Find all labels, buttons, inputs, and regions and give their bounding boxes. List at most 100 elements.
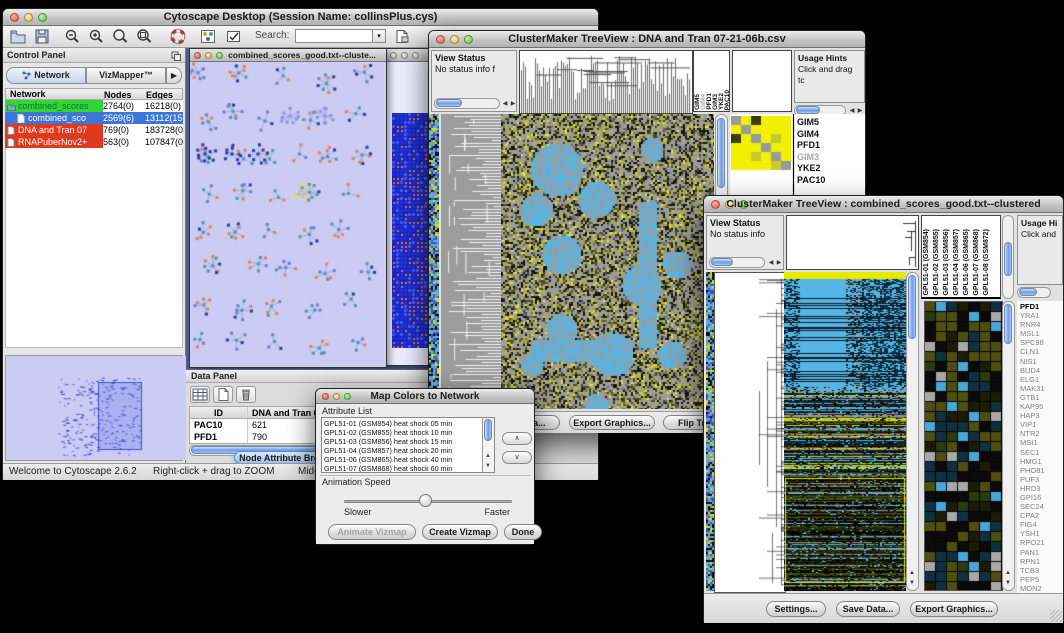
network-table-body[interactable]	[5, 148, 183, 348]
scroll-right-icon[interactable]: ▶	[775, 259, 783, 267]
row-dendrogram-canvas[interactable]	[714, 272, 786, 593]
network-table-header[interactable]: Network Nodes Edges	[5, 88, 183, 100]
view-status-text: No status info f	[435, 64, 495, 74]
zoom-actual-icon[interactable]	[111, 28, 131, 46]
heatmap-canvas[interactable]	[784, 272, 906, 591]
gene-label: CPA2	[1020, 511, 1063, 520]
network-canvas[interactable]	[190, 62, 386, 367]
scroll-right-icon[interactable]: ▶	[509, 100, 517, 108]
zoom-fit-icon[interactable]	[135, 28, 155, 46]
column-dendrogram-area[interactable]	[786, 215, 919, 270]
zoom-view-spacer	[732, 50, 792, 112]
dialog-titlebar[interactable]: Map Colors to Network	[316, 389, 534, 404]
global-overview-strip[interactable]	[429, 114, 439, 409]
column-labels[interactable]: GPL51-01 (GSM854)GPL51-02 (GSM855)GPL51-…	[921, 215, 1001, 299]
settings-button[interactable]: Settings...	[766, 601, 826, 617]
vizmapper-icon[interactable]	[199, 28, 219, 46]
gene-label: NTR2	[1020, 429, 1063, 438]
scroll-left-icon[interactable]: ◀	[767, 259, 775, 267]
import-table-icon[interactable]	[393, 28, 413, 46]
usage-hints-hscrollbar[interactable]	[1017, 287, 1051, 298]
status-welcome: Welcome to Cytoscape 2.6.2	[9, 466, 137, 477]
scroll-left-icon[interactable]: ◀	[501, 100, 509, 108]
network-window-titlebar[interactable]: combined_scores_good.txt--cluste...	[190, 49, 386, 62]
usage-hints-panel: Usage HintsClick and drag tc	[794, 50, 865, 103]
network-overview-panel[interactable]	[5, 355, 183, 461]
table-row[interactable]: combined_scores 2764(0) 16218(0)	[5, 100, 183, 112]
view-status-hscrollbar[interactable]	[434, 98, 500, 109]
gene-label: MSI1	[1020, 438, 1063, 447]
minimize-button[interactable]	[401, 52, 408, 59]
scroll-up-icon[interactable]: ▲	[908, 569, 916, 577]
create-vizmap-button[interactable]: Create Vizmap	[422, 524, 498, 540]
gene-label: MSL1	[1020, 329, 1063, 338]
treeview1-titlebar[interactable]: ClusterMaker TreeView : DNA and Tran 07-…	[429, 31, 865, 48]
table-row-selected[interactable]: combined_sco 2569(6) 13112(15)	[5, 112, 183, 124]
list-item[interactable]: GPL51-07 (GSM868) heat shock 60 min	[322, 464, 481, 473]
search-dropdown-icon[interactable]: ▾	[373, 29, 386, 43]
save-data-button[interactable]: Save Data...	[836, 601, 900, 617]
usage-hints-title: Usage Hints	[798, 53, 847, 63]
zoom-heatmap-canvas[interactable]	[924, 301, 1003, 591]
gene-label: SPC98	[1020, 338, 1063, 347]
animation-speed-slider-thumb[interactable]	[419, 494, 432, 507]
column-labels[interactable]: GIM5GIM4PFD1GIM3YKE2PAC10	[693, 50, 730, 112]
list-item[interactable]: GPL51-06 (GSM865) heat shock 40 min	[322, 455, 481, 464]
global-overview-strip[interactable]	[706, 272, 714, 591]
scroll-down-icon[interactable]: ▼	[484, 462, 492, 470]
list-item[interactable]: GPL51-01 (GSM854) heat shock 05 min	[322, 419, 481, 428]
tab-vizmapper[interactable]: VizMapper™	[86, 67, 166, 84]
heatmap-canvas[interactable]	[501, 114, 714, 409]
row-dendrogram-canvas[interactable]	[441, 114, 501, 409]
column-dendrogram-canvas[interactable]	[519, 50, 693, 114]
float-panel-icon[interactable]	[171, 51, 181, 66]
heatmap-vscrollbar[interactable]: ▲ ▼	[906, 272, 919, 591]
list-vscrollbar[interactable]: ▲ ▼	[482, 418, 494, 472]
column-labels-vscrollbar[interactable]	[1002, 215, 1014, 299]
network-overview-canvas[interactable]	[6, 356, 186, 460]
export-graphics-button[interactable]: Export Graphics...	[910, 601, 998, 617]
scroll-up-icon[interactable]: ▲	[1004, 569, 1012, 577]
cytoscape-titlebar[interactable]: Cytoscape Desktop (Session Name: collins…	[3, 9, 598, 26]
slower-label: Slower	[344, 507, 372, 517]
list-item[interactable]: GPL51-03 (GSM856) heat shock 15 min	[322, 437, 481, 446]
done-button[interactable]: Done	[504, 524, 542, 540]
gene-list[interactable]: PFD1YRA1RNR4MSL1SPC98CLN1NIS1BUD4ELG1MAK…	[1017, 301, 1063, 593]
move-up-button[interactable]: ∧	[502, 432, 532, 445]
animate-vizmap-button[interactable]: Animate Vizmap	[328, 524, 416, 540]
gene-label: RPO21	[1020, 538, 1063, 547]
network-canvas-2[interactable]	[392, 113, 433, 348]
gene-label: SEC24	[1020, 502, 1063, 511]
scroll-down-icon[interactable]: ▼	[1004, 579, 1012, 587]
new-attribute-icon[interactable]	[213, 386, 233, 403]
scroll-down-icon[interactable]: ▼	[908, 579, 916, 587]
zoom-vscrollbar[interactable]: ▲ ▼	[1002, 301, 1015, 591]
save-icon[interactable]	[33, 28, 53, 46]
select-attributes-icon[interactable]	[190, 386, 210, 403]
tab-network[interactable]: Network	[6, 67, 86, 84]
zoom-out-icon[interactable]	[63, 28, 83, 46]
open-file-icon[interactable]	[9, 28, 29, 46]
annotation-icon[interactable]	[225, 28, 245, 46]
help-ring-icon[interactable]	[169, 28, 189, 46]
view-status-hscrollbar[interactable]	[709, 257, 765, 268]
zoom-in-icon[interactable]	[87, 28, 107, 46]
list-item[interactable]: GPL51-04 (GSM857) heat shock 20 min	[322, 446, 481, 455]
table-row[interactable]: RNAPuberNov2+ 563(0) 107847(0)	[5, 136, 183, 148]
delete-attribute-icon[interactable]	[236, 386, 256, 403]
resize-grip[interactable]	[1050, 610, 1062, 622]
treeview2-titlebar[interactable]: ClusterMaker TreeView : combined_scores_…	[704, 196, 1063, 213]
close-button[interactable]	[390, 52, 397, 59]
move-down-button[interactable]: ∨	[502, 451, 532, 464]
gene-label: PUF3	[1020, 475, 1063, 484]
search-input[interactable]	[295, 29, 373, 43]
table-row[interactable]: DNA and Tran 07 769(0) 183728(0)	[5, 124, 183, 136]
zoom-button[interactable]	[412, 52, 419, 59]
tab-overflow-icon[interactable]: ▶	[166, 67, 182, 84]
divider	[320, 475, 530, 476]
scroll-up-icon[interactable]: ▲	[484, 452, 492, 460]
list-item[interactable]: GPL51-02 (GSM855) heat shock 10 min	[322, 428, 481, 437]
attribute-list[interactable]: GPL51-01 (GSM854) heat shock 05 minGPL51…	[321, 417, 495, 473]
export-graphics-button[interactable]: Export Graphics...	[569, 415, 655, 430]
zoom-heatmap-canvas[interactable]	[731, 116, 791, 172]
